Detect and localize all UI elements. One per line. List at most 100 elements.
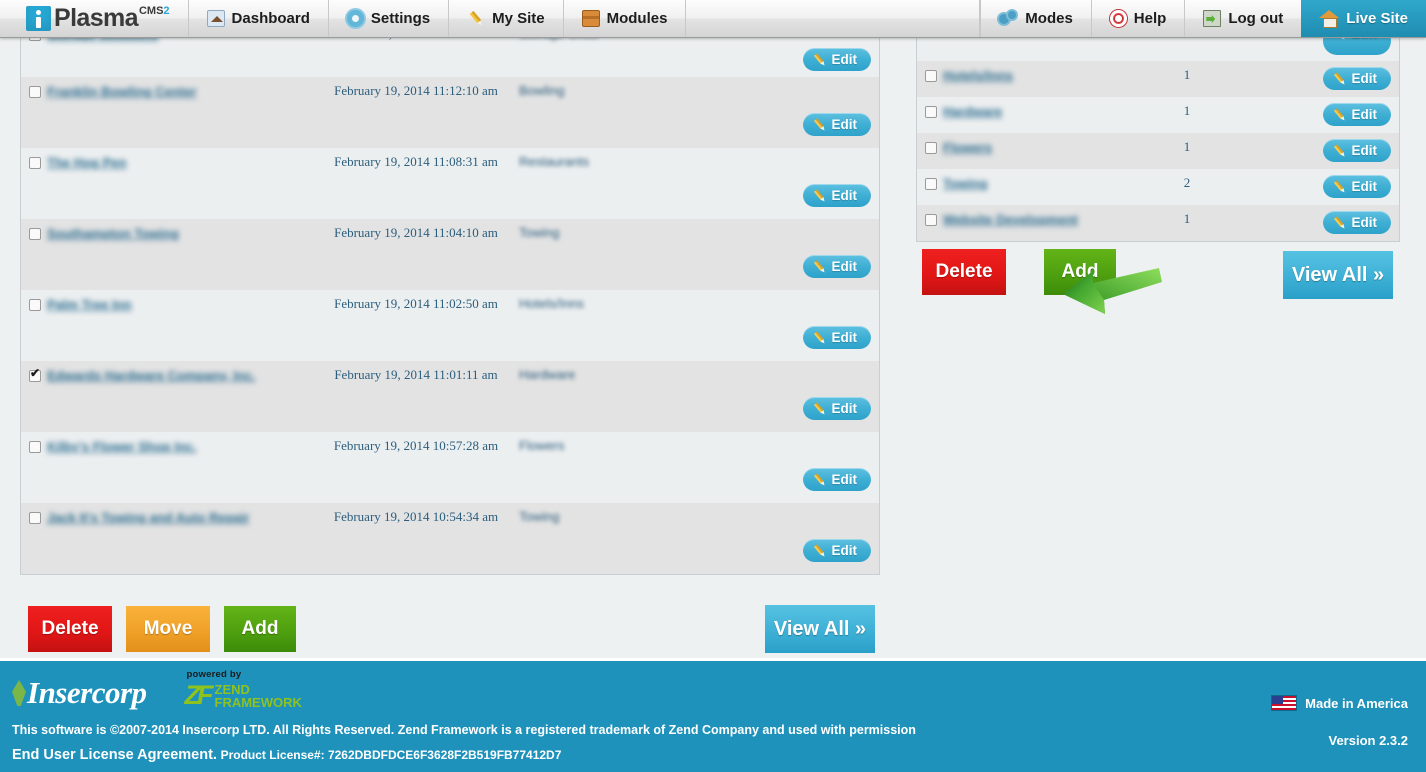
row-checkbox[interactable] [29, 298, 41, 311]
row-checkbox[interactable] [29, 440, 41, 453]
listing-date-cell: February 19, 2014 11:04:10 am [334, 225, 498, 240]
listing-category-cell: Bowling [519, 83, 565, 98]
row-checkbox[interactable] [925, 69, 937, 82]
product-license: Product License#: 7262DBDFDCE6F3628F2B51… [220, 748, 562, 762]
pencil-icon [810, 50, 830, 70]
edit-button[interactable]: Edit [802, 184, 871, 207]
listing-action-cell: Edit [651, 361, 879, 432]
nav-item-settings[interactable]: Settings [329, 0, 450, 37]
pencil-icon [1330, 105, 1350, 125]
listings-add-button[interactable]: Add [224, 606, 296, 652]
row-checkbox[interactable] [925, 105, 937, 118]
listing-date-cell: February 19, 2014 11:02:50 am [334, 296, 498, 311]
listing-name-link[interactable]: Edwards Hardware Company, Inc. [47, 368, 256, 383]
row-checkbox[interactable] [925, 213, 937, 226]
listing-category-cell: Flowers [519, 438, 565, 453]
row-checkbox[interactable] [925, 141, 937, 154]
listing-date-cell: February 19, 2014 10:57:28 am [333, 438, 499, 453]
row-checkbox[interactable] [29, 85, 41, 98]
listing-action-cell: Edit [651, 290, 879, 361]
edit-button[interactable]: Edit [1322, 139, 1391, 162]
listing-date-cell: February 19, 2014 11:01:11 am [334, 367, 498, 382]
category-name-link[interactable]: Flowers [943, 140, 992, 155]
pencil-icon [810, 186, 830, 206]
category-action-cell: Edit [1242, 169, 1399, 205]
categories-view-all-button[interactable]: View All » [1283, 251, 1393, 299]
listing-action-cell: Edit [651, 503, 879, 574]
nav-label-modes: Modes [1025, 10, 1073, 27]
row-checkbox[interactable] [29, 367, 41, 382]
brand-suffix: CMS2 [138, 5, 170, 17]
listings-button-bar: Delete Move Add [28, 606, 296, 652]
row-checkbox[interactable] [29, 156, 41, 169]
row-checkbox[interactable] [29, 227, 41, 240]
nav-item-modes[interactable]: Modes [980, 0, 1091, 37]
categories-table: EditHotels/Inns1EditHardware1EditFlowers… [917, 26, 1399, 241]
listing-name-link[interactable]: Jack It's Towing and Auto Repair [47, 510, 249, 525]
listing-action-cell: Edit [651, 77, 879, 148]
table-row: Franklin Bowling Center February 19, 2014… [21, 77, 879, 148]
listing-category-cell: Towing [519, 225, 560, 240]
box-icon [581, 10, 600, 27]
listing-action-cell: Edit [651, 432, 879, 503]
category-name-link[interactable]: Hardware [943, 104, 1002, 119]
table-row: Hotels/Inns 1 Edit [917, 61, 1399, 97]
category-name-link[interactable]: Hotels/Inns [943, 68, 1013, 83]
listing-name-link[interactable]: Southampton Towing [47, 226, 179, 241]
edit-button[interactable]: Edit [802, 326, 871, 349]
edit-button[interactable]: Edit [1322, 103, 1391, 126]
edit-button-label: Edit [1351, 107, 1378, 122]
nav-item-dashboard[interactable]: Dashboard [189, 0, 329, 37]
categories-delete-button[interactable]: Delete [922, 249, 1006, 295]
category-name-link[interactable]: Towing [943, 176, 988, 191]
edit-button[interactable]: Edit [802, 539, 871, 562]
nav-label-live-site: Live Site [1346, 10, 1408, 27]
pencil-icon [1330, 141, 1350, 161]
nav-item-logout[interactable]: Log out [1184, 0, 1301, 37]
edit-button[interactable]: Edit [802, 397, 871, 420]
brand-logo[interactable]: Plasma CMS2 [0, 0, 189, 37]
listing-name-cell: Jack It's Towing and Auto Repair [21, 503, 321, 574]
category-count-cell: 1 [1183, 211, 1191, 226]
listing-name-cell: The Hog Pen [21, 148, 321, 219]
listing-category-cell: Towing [519, 509, 560, 524]
category-name-cell: Towing [917, 169, 1132, 205]
row-checkbox[interactable] [29, 511, 41, 524]
top-navigation-bar: Plasma CMS2 Dashboard Settings My Site M… [0, 0, 1426, 38]
nav-item-my-site[interactable]: My Site [449, 0, 564, 37]
listing-name-link[interactable]: Franklin Bowling Center [47, 84, 197, 99]
edit-button[interactable]: Edit [802, 468, 871, 491]
listings-table: Storage SolutionsJune 24, 2014 9:28:40 a… [21, 26, 879, 574]
edit-button[interactable]: Edit [1322, 175, 1391, 198]
listings-view-all-button[interactable]: View All » [765, 605, 875, 653]
edit-button[interactable]: Edit [1322, 67, 1391, 90]
edit-button-label: Edit [831, 472, 858, 487]
row-checkbox[interactable] [925, 177, 937, 190]
edit-button-label: Edit [831, 543, 858, 558]
listing-name-link[interactable]: The Hog Pen [47, 155, 126, 170]
category-name-link[interactable]: Website Development [943, 212, 1078, 227]
listings-move-button[interactable]: Move [126, 606, 210, 652]
listing-name-link[interactable]: Palm Tree Inn [47, 297, 132, 312]
edit-button[interactable]: Edit [802, 48, 871, 71]
listing-action-cell: Edit [651, 219, 879, 290]
eula-link[interactable]: End User License Agreement. [12, 747, 217, 763]
nav-item-modules[interactable]: Modules [564, 0, 687, 37]
pencil-icon [464, 6, 489, 31]
edit-button[interactable]: Edit [802, 113, 871, 136]
nav-label-help: Help [1133, 10, 1167, 27]
table-row: Jack It's Towing and Auto Repair February… [21, 503, 879, 574]
listing-name-link[interactable]: Kilby's Flower Shop Inc. [47, 439, 197, 454]
page-footer: Insercorp powered by ZF ZEND FRAMEWORK Th… [0, 658, 1426, 772]
category-name-cell: Flowers [917, 133, 1132, 169]
edit-button[interactable]: Edit [1322, 211, 1391, 234]
pencil-icon [810, 399, 830, 419]
categories-add-button[interactable]: Add [1044, 249, 1116, 295]
nav-item-live-site[interactable]: Live Site [1301, 0, 1426, 37]
footer-license-line: End User License Agreement. Product Lice… [12, 747, 561, 763]
listing-action-cell: Edit [651, 148, 879, 219]
listings-delete-button[interactable]: Delete [28, 606, 112, 652]
edit-button[interactable]: Edit [802, 255, 871, 278]
nav-item-help[interactable]: Help [1090, 0, 1185, 37]
pencil-icon [1330, 69, 1350, 89]
